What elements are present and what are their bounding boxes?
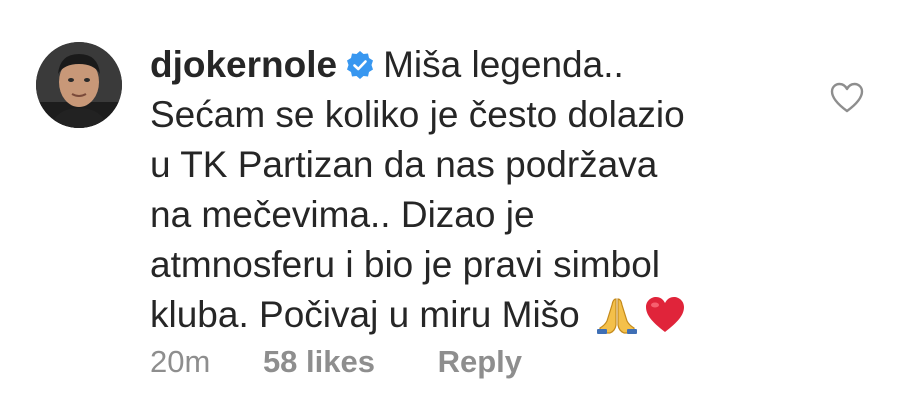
comment-text-line: atmnosferu i bio je pravi simbol [150, 244, 660, 285]
comment-text-line: na mečevima.. Dizao je [150, 194, 535, 235]
verified-badge-icon [345, 43, 375, 79]
comment-text-line: kluba. Počivaj u miru Mišo [150, 294, 580, 335]
likes-count[interactable]: 58 likes [263, 344, 375, 380]
heart-outline-icon [830, 82, 864, 113]
timestamp: 20m [150, 344, 211, 379]
comment-line-6: kluba. Počivaj u miru Mišo [150, 290, 790, 348]
avatar[interactable] [36, 42, 122, 128]
comment-text-line: Miša legenda.. [383, 44, 624, 85]
comment-line-1: djokernole Miša legenda.. [150, 40, 790, 90]
username-link[interactable]: djokernole [150, 44, 337, 85]
comment: djokernole Miša legenda.. Sećam se kolik… [0, 0, 900, 418]
avatar-image [36, 42, 122, 128]
comment-text-line: u TK Partizan da nas podržava [150, 144, 658, 185]
comment-text-line: Sećam se koliko je često dolazio [150, 94, 685, 135]
reply-button[interactable]: Reply [438, 344, 522, 380]
folded-hands-icon [596, 295, 638, 348]
comment-text: djokernole Miša legenda.. Sećam se kolik… [150, 40, 790, 348]
red-heart-icon [644, 295, 686, 348]
comment-meta: 20m 58 likes Reply [150, 344, 522, 380]
like-button[interactable] [830, 82, 864, 114]
